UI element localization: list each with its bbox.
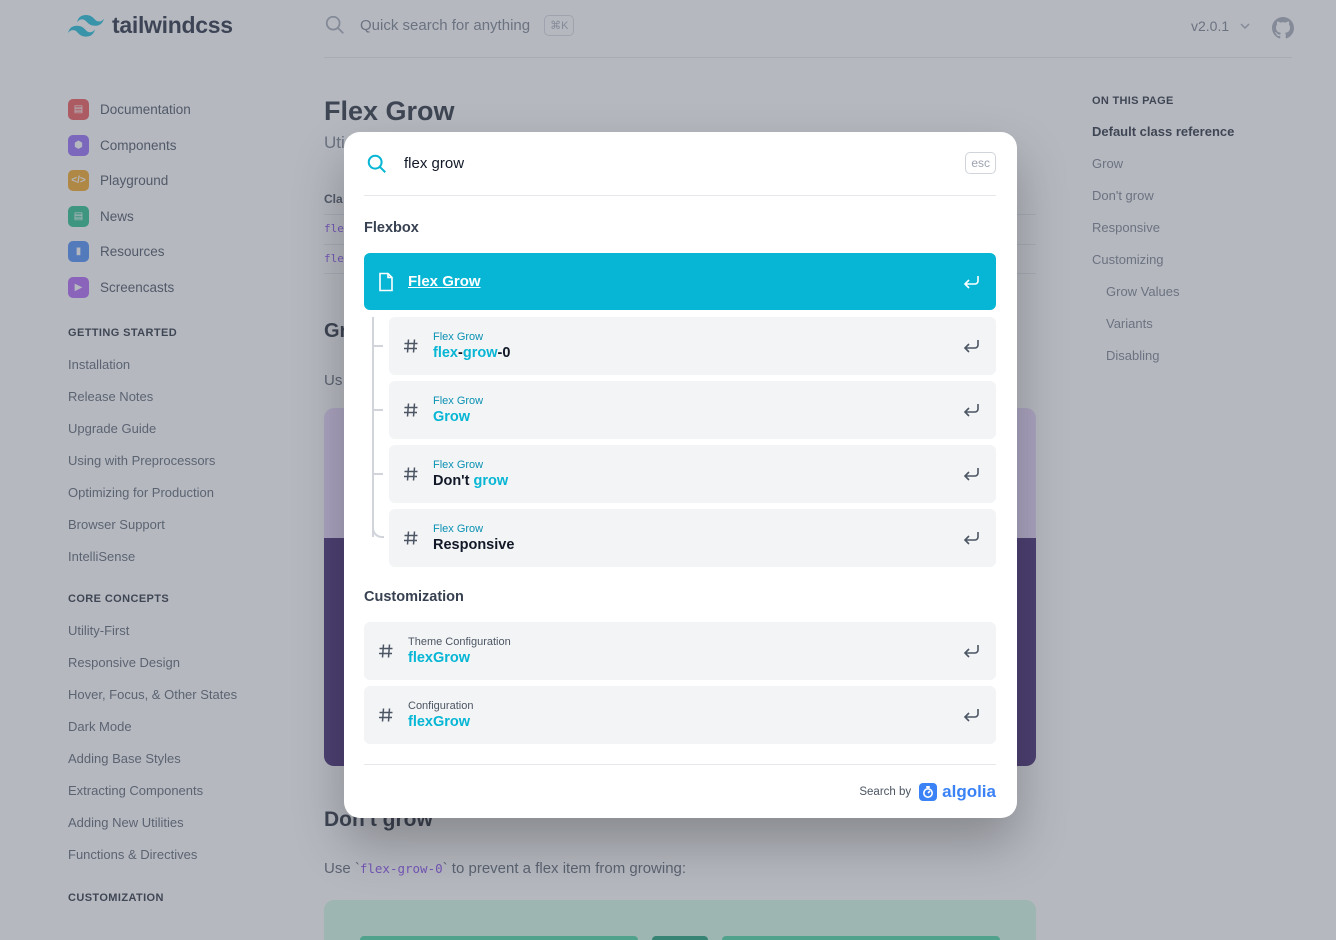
hit-title: flexGrow bbox=[408, 714, 471, 730]
hash-icon bbox=[389, 338, 433, 354]
enter-icon bbox=[946, 643, 996, 659]
hit-category: Flex Grow bbox=[433, 523, 484, 535]
hash-icon bbox=[389, 466, 433, 482]
esc-button[interactable]: esc bbox=[965, 152, 996, 174]
hit-category: Flex Grow bbox=[433, 459, 484, 471]
search-form: esc bbox=[364, 132, 996, 196]
enter-icon bbox=[946, 530, 996, 546]
search-footer: Search by algolia bbox=[364, 764, 996, 818]
hit-title: Don't grow bbox=[433, 473, 509, 489]
hit-title: Flex Grow bbox=[408, 273, 481, 290]
hit-title: Grow bbox=[433, 409, 471, 425]
hash-icon bbox=[389, 530, 433, 546]
hit-category: Configuration bbox=[408, 700, 474, 712]
hit-title: flex-grow-0 bbox=[433, 345, 511, 361]
hash-icon bbox=[364, 643, 408, 659]
search-hit[interactable]: Flex Grow Grow bbox=[389, 381, 996, 439]
document-icon bbox=[364, 272, 408, 292]
search-hit[interactable]: Flex Grow Responsive bbox=[389, 509, 996, 567]
algolia-wordmark: algolia bbox=[942, 781, 996, 801]
tree-connector bbox=[372, 317, 374, 537]
results-group-title: Flexbox bbox=[364, 220, 419, 236]
search-hit[interactable]: Flex Grow flex-grow-0 bbox=[389, 317, 996, 375]
results-group-title: Customization bbox=[364, 589, 464, 605]
enter-icon bbox=[946, 466, 996, 482]
hash-icon bbox=[389, 402, 433, 418]
hash-icon bbox=[364, 707, 408, 723]
enter-icon bbox=[946, 274, 996, 290]
hit-category: Theme Configuration bbox=[408, 636, 511, 648]
search-modal: esc Flexbox Flex Grow Flex Grow flex-grow-… bbox=[344, 132, 1017, 818]
algolia-icon bbox=[919, 782, 938, 801]
algolia-logo[interactable]: algolia bbox=[919, 782, 996, 802]
search-input[interactable] bbox=[404, 155, 924, 172]
search-hit[interactable]: Theme Configuration flexGrow bbox=[364, 622, 996, 680]
enter-icon bbox=[946, 707, 996, 723]
search-by-label: Search by bbox=[859, 785, 912, 798]
hit-title: Responsive bbox=[433, 537, 515, 553]
hit-title: flexGrow bbox=[408, 650, 471, 666]
enter-icon bbox=[946, 338, 996, 354]
hit-category: Flex Grow bbox=[433, 331, 484, 343]
search-hit[interactable]: Configuration flexGrow bbox=[364, 686, 996, 744]
search-hit-selected[interactable]: Flex Grow bbox=[364, 253, 996, 310]
search-hit[interactable]: Flex Grow Don't grow bbox=[389, 445, 996, 503]
enter-icon bbox=[946, 402, 996, 418]
hit-category: Flex Grow bbox=[433, 395, 484, 407]
search-icon bbox=[367, 154, 386, 173]
